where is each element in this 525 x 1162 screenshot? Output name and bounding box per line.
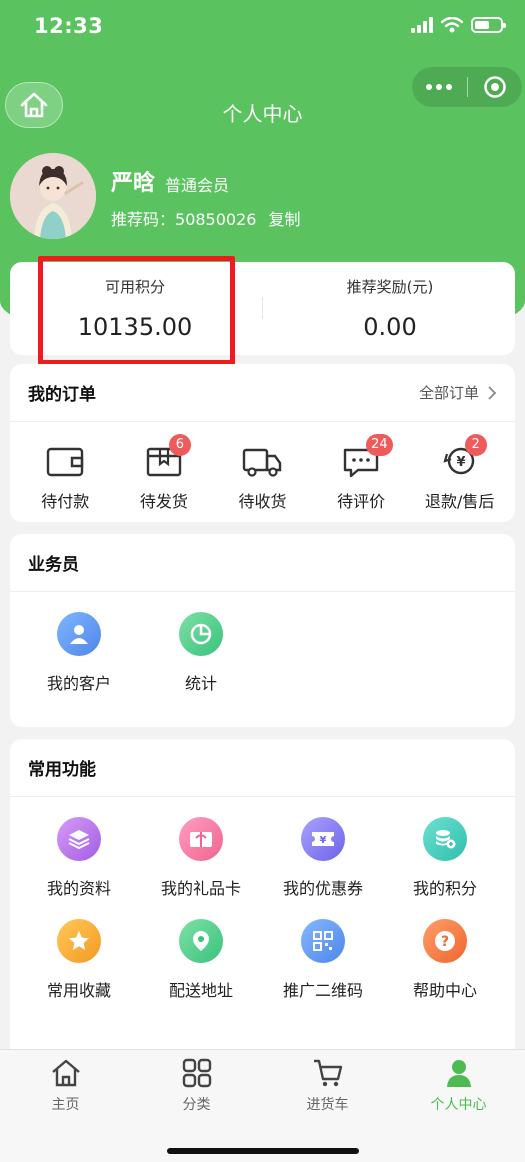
chevron-right-icon <box>488 385 497 400</box>
truck-icon <box>243 448 282 477</box>
order-item-label: 待付款 <box>41 492 90 511</box>
grid-item-label: 我的积分 <box>412 879 477 898</box>
gift-card-icon <box>179 817 223 861</box>
common-functions-title: 常用功能 <box>28 760 96 780</box>
customer-icon <box>57 612 101 656</box>
order-item-label: 退款/售后 <box>424 492 495 511</box>
highlight-annotation-box <box>38 256 235 365</box>
more-menu-button[interactable] <box>412 84 467 90</box>
location-pin-icon <box>179 919 223 963</box>
help-center-button[interactable]: ? 帮助中心 <box>384 899 506 1001</box>
home-indicator <box>167 1148 359 1154</box>
close-miniprogram-button[interactable] <box>467 75 522 99</box>
gift-card-button[interactable]: 我的礼品卡 <box>140 797 262 899</box>
my-points-button[interactable]: 我的积分 <box>384 797 506 899</box>
qr-code-button[interactable]: 推广二维码 <box>262 899 384 1001</box>
delivery-address-button[interactable]: 配送地址 <box>140 899 262 1001</box>
salesman-card: 业务员 我的客户 统计 <box>10 534 515 727</box>
grid-item-label: 我的优惠券 <box>282 879 363 898</box>
star-icon <box>57 919 101 963</box>
tab-label: 进货车 <box>306 1097 349 1113</box>
referral-code-value: 50850026 <box>175 210 257 229</box>
favorites-button[interactable]: 常用收藏 <box>18 899 140 1001</box>
grid-item-label: 统计 <box>184 674 217 693</box>
svg-text:¥: ¥ <box>320 835 327 846</box>
common-functions-card: 常用功能 我的资料 我的礼品卡 ¥ 我的优惠券 我的积分 常用收藏 配送地址 推… <box>10 739 515 1069</box>
tab-category[interactable]: 分类 <box>131 1058 262 1114</box>
grid-item-label: 常用收藏 <box>46 981 111 1000</box>
order-pending-payment[interactable]: 待付款 <box>19 422 111 512</box>
grid-item-label: 我的资料 <box>46 879 111 898</box>
statistics-button[interactable]: 统计 <box>140 592 262 694</box>
grid-item-label: 推广二维码 <box>282 981 363 1000</box>
cellular-signal-icon <box>411 17 433 33</box>
tab-profile[interactable]: 个人中心 <box>393 1058 524 1114</box>
referral-reward-value: 0.00 <box>363 313 417 341</box>
wallet-icon <box>47 447 84 477</box>
username: 严晗 <box>111 171 156 196</box>
wifi-icon <box>441 17 463 33</box>
order-pending-review[interactable]: 24 待评价 <box>315 422 407 512</box>
common-functions-header: 常用功能 <box>10 739 515 797</box>
svg-text:¥: ¥ <box>456 455 465 470</box>
tab-label: 主页 <box>51 1097 80 1113</box>
order-badge: 24 <box>366 434 393 456</box>
tab-label: 分类 <box>182 1097 211 1113</box>
miniprogram-capsule <box>412 67 522 107</box>
status-time: 12:33 <box>34 14 104 38</box>
orders-header: 我的订单 全部订单 <box>10 364 515 422</box>
order-pending-shipment[interactable]: 6 待发货 <box>118 422 210 512</box>
grid-item-label: 帮助中心 <box>412 981 477 1000</box>
my-profile-button[interactable]: 我的资料 <box>18 797 140 899</box>
grid-item-label: 我的礼品卡 <box>160 879 241 898</box>
user-icon <box>446 1060 471 1087</box>
grid-icon <box>182 1058 211 1088</box>
tab-label: 个人中心 <box>430 1097 487 1113</box>
tab-cart[interactable]: 进货车 <box>262 1058 393 1114</box>
all-orders-label: 全部订单 <box>418 384 479 402</box>
order-refund-aftersale[interactable]: ¥ 2 退款/售后 <box>414 422 506 512</box>
svg-text:?: ? <box>441 934 449 950</box>
battery-icon <box>471 17 506 33</box>
order-badge: 2 <box>464 434 487 456</box>
order-item-label: 待收货 <box>238 492 287 511</box>
order-item-label: 待发货 <box>139 492 188 511</box>
avatar[interactable] <box>10 153 96 239</box>
tab-bar: 主页 分类 进货车 个人中心 <box>0 1049 525 1162</box>
coins-icon <box>423 817 467 861</box>
points-divider <box>262 297 263 319</box>
orders-title: 我的订单 <box>28 385 96 405</box>
orders-card: 我的订单 全部订单 待付款 6 待发货 待收货 24 待评价 ¥ 2 退款/售后 <box>10 364 515 522</box>
order-badge: 6 <box>168 434 191 456</box>
status-bar: 12:33 <box>0 0 525 54</box>
order-item-label: 待评价 <box>337 492 386 511</box>
salesman-header: 业务员 <box>10 534 515 592</box>
my-customers-button[interactable]: 我的客户 <box>18 592 140 694</box>
copy-button[interactable]: 复制 <box>268 210 300 229</box>
question-icon: ? <box>423 919 467 963</box>
coupon-icon: ¥ <box>301 817 345 861</box>
all-orders-link[interactable]: 全部订单 <box>419 382 497 403</box>
cart-icon <box>313 1059 342 1087</box>
order-pending-receipt[interactable]: 待收货 <box>216 422 308 512</box>
target-icon <box>483 76 506 98</box>
layers-icon <box>57 817 101 861</box>
grid-item-label: 我的客户 <box>46 674 111 693</box>
pie-chart-icon <box>179 612 223 656</box>
referral-reward[interactable]: 推荐奖励(元) 0.00 <box>265 262 515 355</box>
referral-reward-label: 推荐奖励(元) <box>346 278 434 296</box>
member-level: 普通会员 <box>165 176 230 195</box>
grid-item-label: 配送地址 <box>168 981 233 1000</box>
tab-home[interactable]: 主页 <box>0 1058 131 1114</box>
status-icons <box>411 17 506 33</box>
salesman-title: 业务员 <box>28 555 79 575</box>
referral-code-row: 推荐码：50850026 复制 <box>111 206 300 230</box>
qr-code-icon <box>301 919 345 963</box>
home-icon <box>51 1059 80 1087</box>
coupon-button[interactable]: ¥ 我的优惠券 <box>262 797 384 899</box>
avatar-illustration <box>10 153 96 239</box>
referral-code-label: 推荐码： <box>111 210 176 229</box>
